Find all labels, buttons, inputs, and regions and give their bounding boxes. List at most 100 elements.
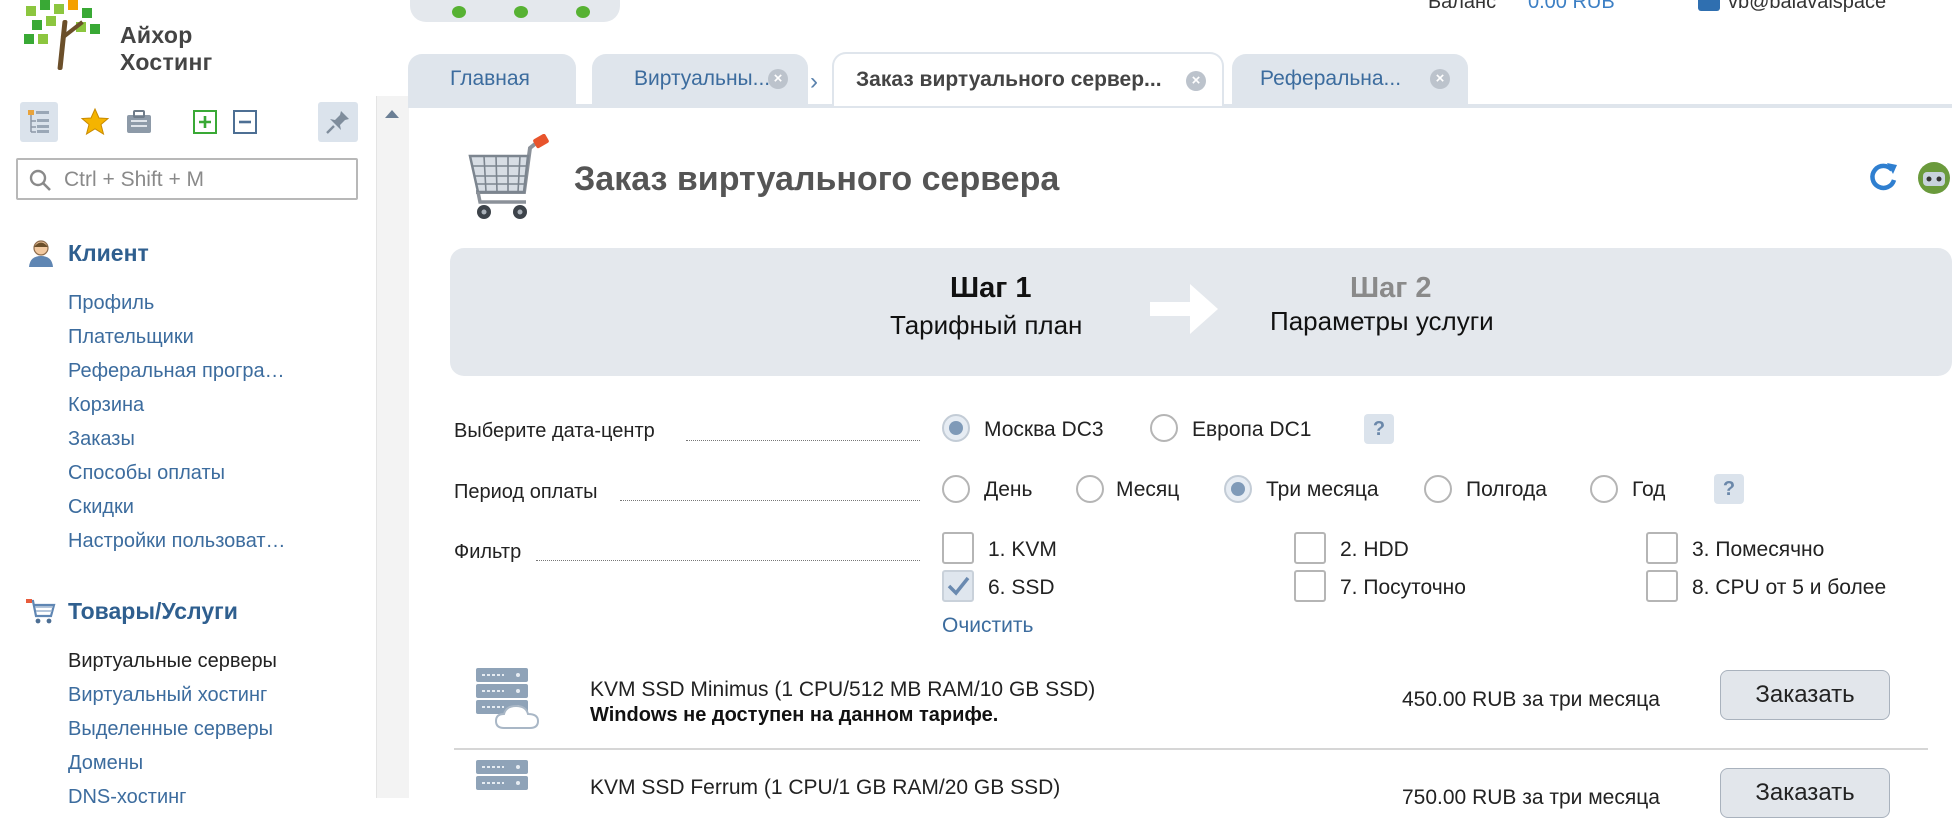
tree-view-button[interactable] [20, 102, 58, 142]
section-client[interactable]: Клиент [26, 238, 149, 268]
sidebar-item-domains[interactable]: Домены [68, 751, 143, 775]
checkbox-label[interactable]: 8. CPU от 5 и более [1692, 576, 1886, 600]
sidebar-item-virtual-hosting[interactable]: Виртуальный хостинг [68, 683, 267, 707]
sidebar-item-user-settings[interactable]: Настройки пользоват… [68, 529, 286, 553]
logo-leaf [54, 4, 64, 14]
tab-label: Главная [450, 67, 530, 90]
sidebar-scrollbar[interactable] [376, 96, 409, 798]
search-icon [29, 169, 51, 191]
tab-referral[interactable]: Реферальна... × [1232, 54, 1468, 104]
logo[interactable]: Айхор Хостинг [24, 0, 254, 84]
sidebar-item-dedicated[interactable]: Выделенные серверы [68, 717, 273, 741]
sidebar-item-vps[interactable]: Виртуальные серверы [68, 649, 277, 673]
checkbox-label[interactable]: 1. KVM [988, 538, 1057, 562]
notification-badge[interactable] [452, 6, 466, 18]
collapse-all-button[interactable] [226, 102, 264, 142]
sidebar-item-payment-methods[interactable]: Способы оплаты [68, 461, 225, 485]
sidebar-item-referral[interactable]: Реферальная програ… [68, 359, 285, 383]
chevron-right-icon: › [810, 68, 818, 95]
assistant-robot-icon[interactable] [1916, 158, 1952, 196]
scroll-up-arrow-icon[interactable] [385, 110, 399, 118]
radio-period-half-year[interactable] [1424, 475, 1452, 503]
help-icon[interactable]: ? [1714, 474, 1744, 504]
logo-line-2: Хостинг [120, 49, 213, 75]
search-input[interactable] [62, 167, 346, 193]
filter-checkbox-monthly[interactable] [1646, 532, 1678, 564]
radio-label[interactable]: Европа DC1 [1192, 418, 1311, 442]
notification-badge[interactable] [576, 6, 590, 18]
tab-virtual-servers[interactable]: Виртуальны... × [592, 54, 808, 104]
cart-small-icon [26, 599, 56, 624]
balance-value[interactable]: 0.00 RUB [1528, 0, 1615, 14]
clear-filter-link[interactable]: Очистить [942, 614, 1033, 638]
expand-icon [193, 110, 217, 134]
close-icon[interactable]: × [768, 69, 788, 89]
sidebar-item-orders[interactable]: Заказы [68, 427, 135, 451]
radio-period-day[interactable] [942, 475, 970, 503]
tab-home[interactable]: Главная [408, 54, 576, 104]
radio-label[interactable]: Полгода [1466, 478, 1547, 502]
tab-label: Реферальна... [1260, 67, 1402, 90]
filter-label-text: Фильтр [454, 541, 522, 563]
collapse-icon [233, 110, 257, 134]
radio-datacenter-moscow[interactable] [942, 414, 970, 442]
leader-dots [620, 500, 920, 501]
user-icon [29, 240, 53, 267]
sidebar-item-cart[interactable]: Корзина [68, 393, 144, 417]
checkmark-icon [947, 576, 970, 596]
radio-label[interactable]: Год [1632, 478, 1665, 502]
clipboard-button[interactable] [120, 102, 158, 142]
tab-order-server[interactable]: Заказ виртуального сервер... × [832, 52, 1224, 106]
expand-all-button[interactable] [186, 102, 224, 142]
logo-leaf [46, 16, 56, 26]
filter-checkbox-hdd[interactable] [1294, 532, 1326, 564]
logo-leaf [82, 8, 92, 18]
radio-label[interactable]: Месяц [1116, 478, 1179, 502]
filter-label: Фильтр [454, 541, 521, 564]
refresh-icon[interactable] [1866, 160, 1900, 194]
leader-dots [686, 440, 920, 441]
checkbox-label[interactable]: 2. HDD [1340, 538, 1409, 562]
filter-checkbox-kvm[interactable] [942, 532, 974, 564]
checkbox-label[interactable]: 6. SSD [988, 576, 1055, 600]
checkbox-label[interactable]: 3. Помесячно [1692, 538, 1824, 562]
sidebar-item-payers[interactable]: Плательщики [68, 325, 194, 349]
step-1-subtitle: Тарифный план [890, 310, 1083, 340]
close-icon[interactable]: × [1430, 69, 1450, 89]
radio-label[interactable]: Москва DC3 [984, 418, 1104, 442]
sidebar-search[interactable] [16, 158, 358, 200]
section-goods[interactable]: Товары/Услуги [26, 596, 238, 626]
logo-trunk [57, 20, 68, 70]
radio-period-month[interactable] [1076, 475, 1104, 503]
radio-datacenter-europe[interactable] [1150, 414, 1178, 442]
plan-row: KVM SSD Ferrum (1 CPU/1 GB RAM/20 GB SSD… [454, 756, 1928, 818]
pin-button[interactable] [318, 102, 358, 142]
tab-label: Виртуальны... [634, 67, 771, 90]
sidebar-item-dns[interactable]: DNS-хостинг [68, 785, 186, 809]
help-icon[interactable]: ? [1364, 414, 1394, 444]
tab-label: Заказ виртуального сервер... [856, 68, 1162, 91]
radio-label[interactable]: Три месяца [1266, 478, 1379, 502]
radio-label[interactable]: День [984, 478, 1032, 502]
step-2-subtitle: Параметры услуги [1270, 306, 1494, 336]
logo-leaf [32, 20, 42, 30]
order-button[interactable]: Заказать [1720, 768, 1890, 818]
balance-label: Баланс [1428, 0, 1497, 13]
checkbox-label[interactable]: 7. Посуточно [1340, 576, 1466, 600]
arrow-right-icon [1150, 284, 1218, 334]
sidebar-item-profile[interactable]: Профиль [68, 291, 154, 315]
radio-period-three-months[interactable] [1224, 475, 1252, 503]
order-button[interactable]: Заказать [1720, 670, 1890, 720]
section-goods-title: Товары/Услуги [68, 597, 238, 624]
user-email[interactable]: vb@balavalspace [1728, 0, 1886, 14]
filter-checkbox-ssd[interactable] [942, 570, 974, 602]
notification-badge[interactable] [514, 6, 528, 18]
sidebar-item-discounts[interactable]: Скидки [68, 495, 134, 519]
close-icon[interactable]: × [1186, 71, 1206, 91]
radio-period-year[interactable] [1590, 475, 1618, 503]
filter-checkbox-daily[interactable] [1294, 570, 1326, 602]
filter-checkbox-cpu5[interactable] [1646, 570, 1678, 602]
favorites-button[interactable] [76, 102, 114, 142]
logo-leaf [24, 34, 34, 44]
user-icon[interactable] [1698, 0, 1720, 11]
